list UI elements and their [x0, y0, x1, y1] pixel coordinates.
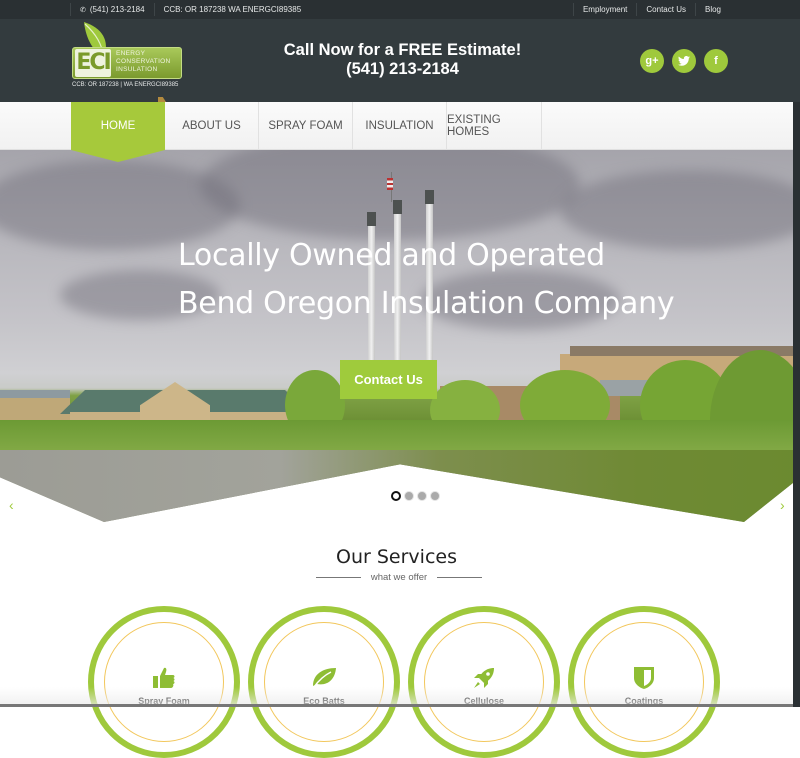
service-cellulose[interactable]: Cellulose	[408, 606, 560, 758]
nav-about-us[interactable]: ABOUT US	[165, 102, 259, 150]
shield-icon	[574, 666, 714, 696]
slide-dot-4[interactable]	[430, 491, 440, 501]
divider	[316, 577, 361, 578]
topbar-link-employment[interactable]: Employment	[583, 5, 627, 14]
topbar-phone[interactable]: ✆ (541) 213-2184	[70, 3, 154, 16]
google-plus-icon[interactable]: g+	[640, 49, 664, 73]
rocket-icon	[414, 666, 554, 696]
phone-icon: ✆	[80, 6, 86, 14]
hero-contact-button[interactable]: Contact Us	[340, 360, 437, 399]
hero-heading-line1: Locally Owned and Operated	[178, 238, 605, 273]
service-coatings[interactable]: Coatings	[568, 606, 720, 758]
logo-wordmark: ENERGY CONSERVATION INSULATION	[116, 50, 171, 73]
divider	[437, 577, 483, 578]
page-scrollbar[interactable]	[793, 102, 800, 707]
logo-abbr: ECI	[75, 49, 112, 77]
leaf-icon	[254, 666, 394, 694]
twitter-icon[interactable]	[672, 49, 696, 73]
service-eco-batts[interactable]: Eco Batts	[248, 606, 400, 758]
service-spray-foam[interactable]: Spray Foam	[88, 606, 240, 758]
chevron-left-icon[interactable]: ‹	[9, 497, 14, 513]
hero-slider: Locally Owned and Operated Bend Oregon I…	[0, 150, 800, 522]
main-nav: HOME ABOUT US SPRAY FOAM INSULATION EXIS…	[0, 102, 793, 150]
cta-phone[interactable]: (541) 213-2184	[250, 60, 555, 79]
site-header: ECI ENERGY CONSERVATION INSULATION CCB: …	[0, 19, 800, 102]
slide-dot-2[interactable]	[404, 491, 414, 501]
flag	[387, 178, 393, 190]
logo[interactable]: ECI ENERGY CONSERVATION INSULATION CCB: …	[72, 22, 187, 92]
hero-heading-line2: Bend Oregon Insulation Company	[178, 286, 675, 321]
services-subtitle: what we offer	[316, 572, 483, 583]
social-links: g+ f	[640, 49, 728, 73]
slide-dot-3[interactable]	[417, 491, 427, 501]
river	[0, 450, 800, 522]
nav-home[interactable]: HOME	[71, 102, 165, 150]
active-nav-indicator	[71, 150, 165, 162]
chevron-right-icon[interactable]: ›	[780, 497, 785, 513]
facebook-icon[interactable]: f	[704, 49, 728, 73]
smokestack	[393, 200, 402, 362]
topbar-link-blog[interactable]: Blog	[705, 5, 721, 14]
topbar-link-contact-us[interactable]: Contact Us	[646, 5, 686, 14]
topbar-license: CCB: OR 187238 WA ENERGCI89385	[153, 3, 311, 16]
nav-existing-homes[interactable]: EXISTING HOMES	[447, 102, 542, 150]
services-title: Our Services	[336, 546, 457, 568]
call-to-action: Call Now for a FREE Estimate! (541) 213-…	[250, 41, 555, 79]
thumbs-up-icon	[94, 666, 234, 696]
nav-insulation[interactable]: INSULATION	[353, 102, 447, 150]
logo-license: CCB: OR 187238 | WA ENERGCI89385	[72, 82, 179, 88]
cta-headline: Call Now for a FREE Estimate!	[283, 41, 522, 59]
nav-spray-foam[interactable]: SPRAY FOAM	[259, 102, 353, 150]
smokestack	[425, 190, 434, 362]
slide-dot-1[interactable]	[391, 491, 401, 501]
top-bar: ✆ (541) 213-2184 CCB: OR 187238 WA ENERG…	[0, 0, 800, 19]
slider-pagination	[391, 491, 440, 501]
